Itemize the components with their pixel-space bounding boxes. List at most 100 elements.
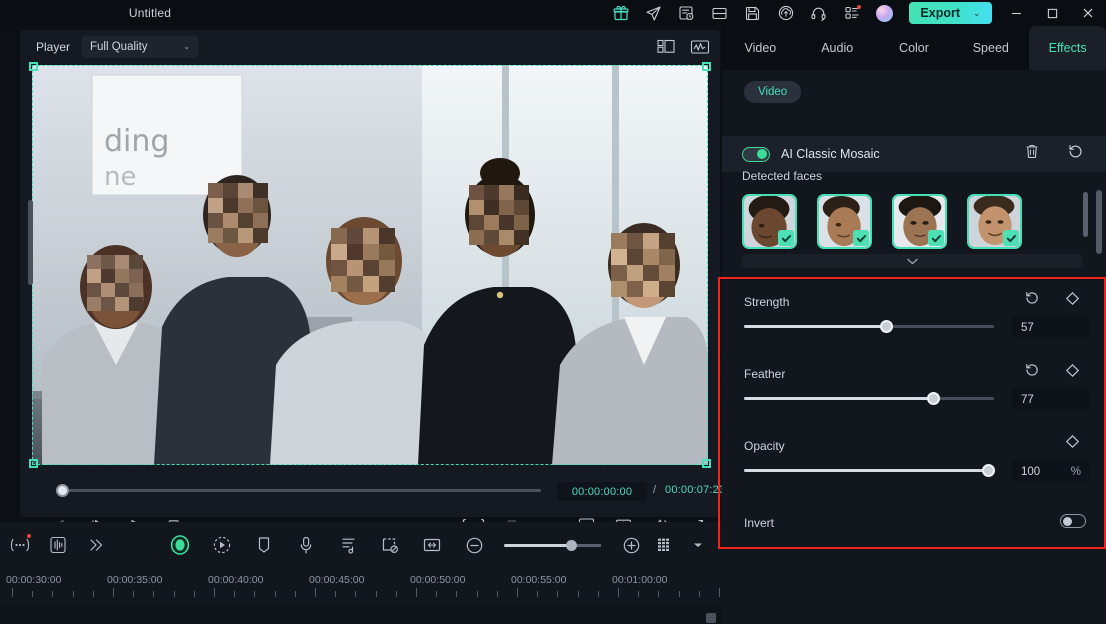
preview-vertical-scrollbar[interactable] [28,200,33,285]
strength-keyframe-icon[interactable] [1065,291,1080,311]
ruler-tick-minor [294,591,296,597]
invert-toggle[interactable] [1060,514,1086,528]
effect-row-ai-classic-mosaic[interactable]: AI Classic Mosaic [722,136,1106,172]
gift-icon[interactable] [604,0,637,26]
ruler-tick-minor [456,591,458,597]
video-frame: ding ne [32,65,708,465]
strength-slider-track[interactable] [744,320,994,333]
color-wheel-icon[interactable] [210,533,234,557]
current-timecode[interactable]: 00:00:00:00 [557,482,647,501]
opacity-slider-track[interactable] [744,464,995,477]
chevron-down-icon [906,258,918,264]
timeline-tracks[interactable] [0,606,722,624]
minimize-button[interactable] [998,0,1034,26]
ruler-tick-minor [577,591,579,597]
strength-reset-icon[interactable] [1024,290,1040,311]
chip-video[interactable]: Video [744,81,802,103]
dropdown-caret-icon[interactable] [686,533,710,557]
save-icon[interactable] [736,0,769,26]
scrubber-track[interactable] [56,489,541,492]
audio-wave-icon[interactable] [46,533,70,557]
marker-flag-icon[interactable] [252,533,276,557]
video-editor-window: Untitled Export ⌄ Player Full Quality ⌄ … [0,0,1106,624]
timeline-ruler[interactable]: 00:00:30:00 00:00:35:00 00:00:40:00 00:0… [0,572,722,606]
opacity-value-input[interactable]: 100 % [1012,460,1090,483]
ruler-tick-minor [234,591,236,597]
quality-select[interactable]: Full Quality ⌄ [82,35,199,58]
opacity-keyframe-icon[interactable] [1065,434,1080,454]
reset-icon[interactable] [1067,143,1084,165]
properties-scrollbar[interactable] [1096,190,1102,254]
face-checkbox-1[interactable] [778,230,794,246]
headset-icon[interactable] [802,0,835,26]
player-panel: Player Full Quality ⌄ ding ne 00:00:00:0… [20,30,725,534]
split-view-icon[interactable] [652,34,680,60]
ruler-tick-major [12,588,13,597]
tab-video[interactable]: Video [722,26,799,70]
ruler-tick-minor [52,591,54,597]
effect-enable-toggle[interactable] [742,146,770,162]
opacity-slider-handle[interactable] [982,464,995,477]
tab-speed[interactable]: Speed [952,26,1029,70]
close-button[interactable] [1070,0,1106,26]
expand-chevrons-icon[interactable] [84,533,108,557]
ai-mask-icon[interactable] [168,533,192,557]
crop-icon[interactable] [378,533,402,557]
export-button[interactable]: Export ⌄ [909,2,992,24]
maximize-button[interactable] [1034,0,1070,26]
tab-effects[interactable]: Effects [1029,26,1106,70]
face-thumb-1[interactable] [742,194,797,249]
zoom-in-icon[interactable] [619,533,643,557]
timeline-zoom-handle[interactable] [566,539,577,551]
ruler-tick-minor [133,591,135,597]
zoom-out-icon[interactable] [462,533,486,557]
notification-dot [857,5,861,9]
ruler-tick-major [113,588,114,597]
effect-name: AI Classic Mosaic [781,147,880,161]
project-title: Untitled [128,6,172,20]
strength-value-input[interactable]: 57 [1012,316,1090,339]
player-view-options [652,30,714,63]
avatar[interactable] [868,0,901,26]
face-checkbox-2[interactable] [853,230,869,246]
video-preview[interactable]: ding ne [32,65,708,465]
track-manager-icon[interactable] [653,533,677,557]
cloud-upload-icon[interactable] [769,0,802,26]
face-checkbox-3[interactable] [928,230,944,246]
face-thumb-3[interactable] [892,194,947,249]
history-icon[interactable] [670,0,703,26]
face-thumb-2[interactable] [817,194,872,249]
layout-icon[interactable] [703,0,736,26]
ruler-tick-minor [678,591,680,597]
scrubber-handle[interactable] [56,484,69,497]
send-icon[interactable] [637,0,670,26]
faces-expand-button[interactable] [742,254,1082,268]
face-checkbox-4[interactable] [1003,230,1019,246]
trash-icon[interactable] [1024,143,1040,165]
feather-slider-handle[interactable] [927,392,940,405]
export-label: Export [920,6,961,20]
param-opacity-label: Opacity [744,439,785,453]
timeline-zoom-slider[interactable] [504,539,601,551]
feather-value-input[interactable]: 77 [1012,388,1090,411]
feather-slider-track[interactable] [744,392,994,405]
feather-reset-icon[interactable] [1024,362,1040,383]
tab-audio[interactable]: Audio [799,26,876,70]
feather-keyframe-icon[interactable] [1065,363,1080,383]
faces-scrollbar[interactable] [1083,192,1088,237]
face-thumb-4[interactable] [967,194,1022,249]
timeline-scroll-corner[interactable] [706,610,716,623]
fit-icon[interactable] [420,533,444,557]
ruler-tick-minor [375,591,377,597]
waveform-icon[interactable] [686,34,714,60]
more-options-icon[interactable] [8,533,32,557]
ruler-tick-major [315,588,316,597]
strength-slider-handle[interactable] [880,320,893,333]
grid-menu-icon[interactable] [835,0,868,26]
mic-icon[interactable] [294,533,318,557]
timeline-toolbar [0,522,722,568]
quality-value: Full Quality [90,40,148,53]
svg-text:ne: ne [104,162,136,192]
tab-color[interactable]: Color [876,26,953,70]
audio-detach-icon[interactable] [336,533,360,557]
